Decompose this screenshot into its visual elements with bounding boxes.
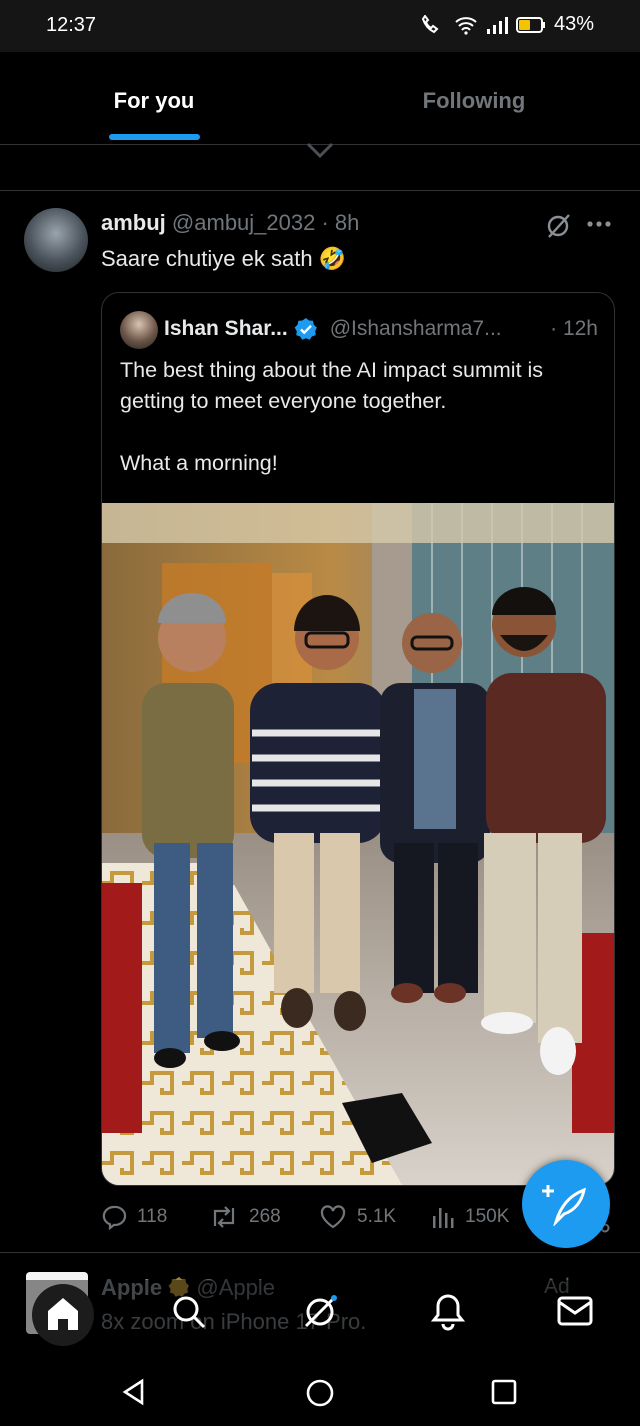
feed-tabs: For you Following bbox=[0, 52, 640, 145]
quoted-author-avatar bbox=[120, 311, 158, 349]
like-count: 5.1K bbox=[357, 1206, 397, 1227]
author-name[interactable]: ambuj bbox=[101, 210, 166, 235]
like-button[interactable]: 5.1K bbox=[319, 1204, 396, 1230]
quoted-text-line-2: getting to meet everyone together. bbox=[120, 389, 447, 413]
quoted-author-handle: @Ishansharma7... bbox=[329, 317, 502, 340]
battery-percent: 43% bbox=[553, 13, 594, 35]
verified-badge-icon bbox=[294, 318, 317, 340]
tweet-text: Saare chutiye ek sath 🤣 bbox=[101, 246, 346, 272]
author-handle[interactable]: @ambuj_2032 bbox=[172, 210, 315, 235]
tweet-author-line: ambuj @ambuj_2032 · 8h bbox=[101, 210, 359, 236]
quoted-author-name: Ishan Shar... bbox=[164, 317, 288, 340]
status-time: 12:37 bbox=[46, 14, 97, 36]
quoted-tweet-time: · 12h bbox=[550, 317, 598, 340]
battery-icon bbox=[515, 15, 546, 35]
tweet-divider bbox=[0, 1252, 640, 1253]
refresh-row bbox=[0, 142, 640, 191]
home-system-icon[interactable] bbox=[305, 1378, 335, 1408]
reply-button[interactable]: 118 bbox=[101, 1204, 167, 1230]
retweet-count: 268 bbox=[249, 1206, 281, 1227]
quoted-text-line-1: The best thing about the AI impact summi… bbox=[120, 358, 544, 382]
quoted-tweet-photo[interactable] bbox=[102, 503, 614, 1185]
rofl-emoji: 🤣 bbox=[318, 246, 347, 271]
tab-for-you[interactable]: For you bbox=[0, 88, 308, 114]
home-icon bbox=[48, 1298, 78, 1330]
views-button[interactable]: 150K bbox=[431, 1204, 509, 1230]
heart-icon bbox=[320, 1205, 346, 1229]
compose-post-button[interactable] bbox=[522, 1160, 610, 1248]
grok-icon[interactable] bbox=[544, 212, 572, 240]
retweet-button[interactable]: 268 bbox=[209, 1204, 281, 1230]
system-navigation-bar bbox=[0, 1356, 640, 1426]
view-count: 150K bbox=[465, 1206, 510, 1227]
active-tab-indicator bbox=[109, 134, 200, 140]
quoted-tweet[interactable]: Ishan Shar... @Ishansharma7... · 12h The… bbox=[101, 292, 615, 1186]
compose-feather-icon bbox=[542, 1185, 587, 1226]
tab-following[interactable]: Following bbox=[320, 88, 628, 114]
chevron-down-icon bbox=[306, 142, 334, 159]
notifications-icon[interactable] bbox=[430, 1293, 466, 1331]
recents-icon[interactable] bbox=[490, 1378, 518, 1406]
signal-icon bbox=[486, 15, 508, 35]
grok-nav-icon[interactable] bbox=[300, 1292, 340, 1332]
back-icon[interactable] bbox=[120, 1378, 148, 1406]
bottom-nav bbox=[0, 1280, 640, 1356]
quoted-author-line: Ishan Shar... @Ishansharma7... bbox=[164, 317, 502, 341]
wifi-call-icon bbox=[420, 14, 446, 35]
wifi-icon bbox=[454, 15, 478, 35]
status-icons: 43% bbox=[420, 13, 594, 36]
messages-icon[interactable] bbox=[557, 1296, 593, 1326]
nav-home[interactable] bbox=[32, 1284, 94, 1346]
retweet-icon bbox=[213, 1206, 235, 1228]
tweet-text-body: Saare chutiye ek sath bbox=[101, 246, 313, 271]
quoted-text-line-3: What a morning! bbox=[120, 451, 278, 475]
author-avatar[interactable] bbox=[24, 208, 88, 272]
tweet-time: · 8h bbox=[321, 210, 360, 235]
reply-icon bbox=[102, 1205, 127, 1230]
search-icon[interactable] bbox=[171, 1294, 207, 1330]
status-bar: 12:37 43% bbox=[0, 0, 640, 52]
more-options-icon[interactable] bbox=[586, 220, 612, 228]
reply-count: 118 bbox=[137, 1206, 168, 1227]
views-icon bbox=[433, 1208, 454, 1228]
group-photo-image bbox=[102, 503, 614, 1185]
